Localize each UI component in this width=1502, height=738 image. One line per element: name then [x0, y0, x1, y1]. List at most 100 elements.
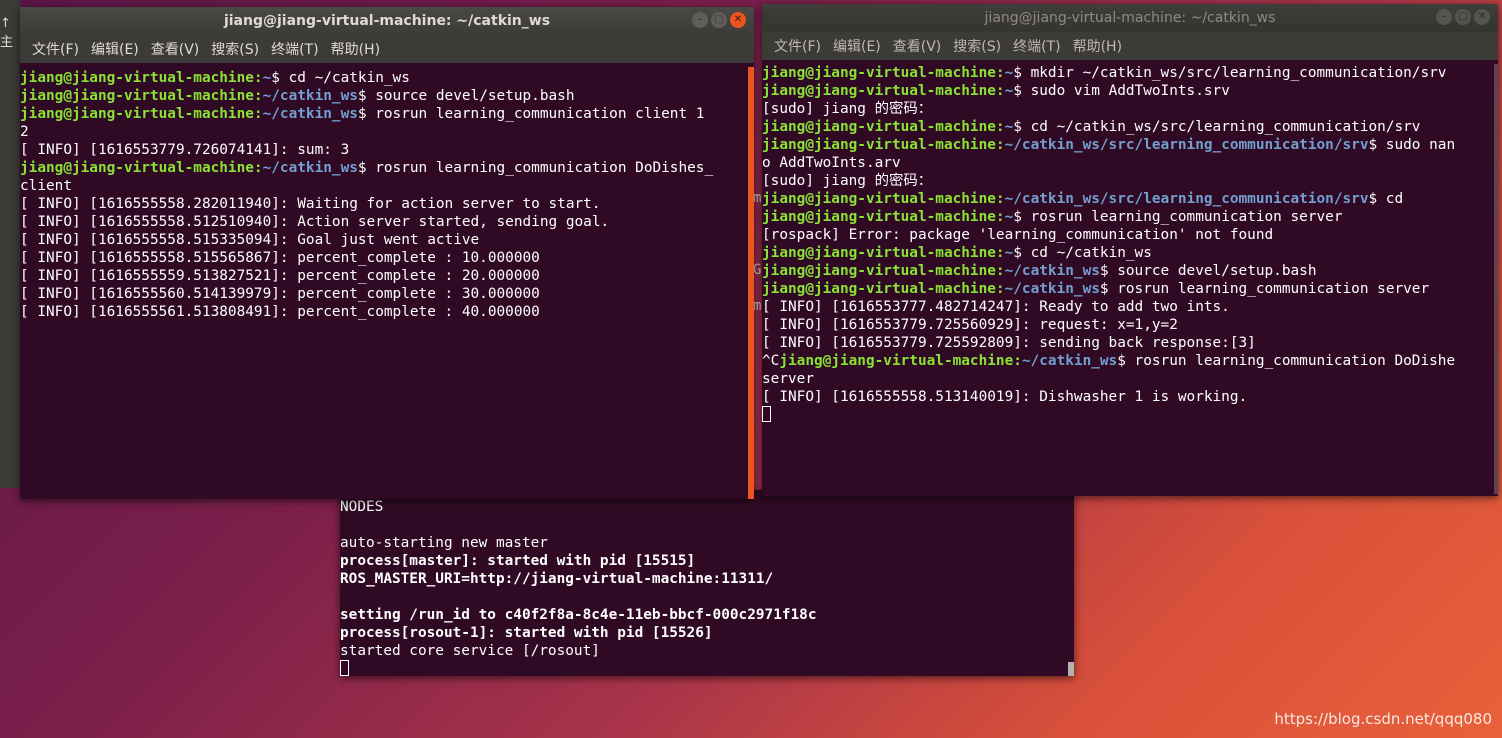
prompt-user: jiang@jiang-virtual-machine: — [20, 70, 263, 86]
menu-bar: 文件(F) 编辑(E) 查看(V) 搜索(S) 终端(T) 帮助(H) — [762, 32, 1498, 60]
prompt-user: jiang@jiang-virtual-machine: — [762, 191, 1005, 207]
background-fragment: ↑ 主 — [0, 16, 14, 50]
menu-item[interactable]: 搜索(S) — [205, 39, 265, 59]
line-text: $ rosrun learning_communication server — [1099, 281, 1430, 297]
terminal-line: jiang@jiang-virtual-machine:~/catkin_ws$… — [20, 87, 754, 105]
line-text: [rospack] Error: package 'learning_commu… — [762, 227, 1274, 243]
menu-item[interactable]: 编辑(E) — [827, 36, 887, 56]
text-cursor — [340, 660, 349, 676]
terminal-line: process[rosout-1]: started with pid [155… — [340, 625, 713, 641]
terminal-line: [ INFO] [1616555558.513140019]: Dishwash… — [762, 388, 1498, 406]
line-text: $ cd ~/catkin_ws — [1013, 245, 1152, 261]
close-icon[interactable]: ✕ — [730, 12, 746, 28]
terminal-line: auto-starting new master — [340, 535, 548, 551]
menu-item[interactable]: 帮助(H) — [1067, 36, 1128, 56]
terminal-line: setting /run_id to c40f2f8a-8c4e-11eb-bb… — [340, 607, 817, 623]
background-fragment: m — [753, 298, 762, 314]
prompt-path: ~ — [1004, 83, 1014, 99]
menu-item[interactable]: 文件(F) — [26, 39, 85, 59]
menu-item[interactable]: 文件(F) — [768, 36, 827, 56]
terminal-line: ^Cjiang@jiang-virtual-machine:~/catkin_w… — [762, 352, 1498, 370]
minimize-icon[interactable]: – — [692, 12, 708, 28]
terminal-window-left[interactable]: jiang@jiang-virtual-machine: ~/catkin_ws… — [20, 7, 754, 499]
line-text: [ INFO] [1616555559.513827521]: percent_… — [20, 268, 540, 284]
menu-item[interactable]: 终端(T) — [1007, 36, 1066, 56]
prompt-path: ~/catkin_ws/src/learning_communication/s… — [1004, 191, 1369, 207]
scrollbar-thumb[interactable] — [1068, 662, 1074, 676]
prompt-user: jiang@jiang-virtual-machine: — [20, 88, 263, 104]
terminal-line: NODES — [340, 499, 384, 515]
background-window-edge: ↑ 主 — [0, 0, 20, 488]
terminal-line — [762, 406, 1498, 424]
prompt-path: ~/catkin_ws — [262, 160, 358, 176]
line-text: [sudo] jiang 的密码： — [762, 173, 933, 189]
terminal-output[interactable]: jiang@jiang-virtual-machine:~$ cd ~/catk… — [20, 67, 754, 499]
line-text: $ rosrun learning_communication DoDishe — [1117, 353, 1456, 369]
menu-item[interactable]: 搜索(S) — [947, 36, 1007, 56]
line-text: $ cd ~/catkin_ws/src/learning_communicat… — [1013, 119, 1421, 135]
terminal-line: jiang@jiang-virtual-machine:~$ sudo vim … — [762, 82, 1498, 100]
prompt-user: jiang@jiang-virtual-machine: — [20, 160, 263, 176]
terminal-line: [sudo] jiang 的密码： — [762, 100, 1498, 118]
line-text: [ INFO] [1616555560.514139979]: percent_… — [20, 286, 540, 302]
prompt-path: ~ — [1004, 65, 1014, 81]
terminal-line: [ INFO] [1616555561.513808491]: percent_… — [20, 303, 754, 321]
terminal-window-roscore[interactable]: NODES auto-starting new master process[mas… — [340, 490, 1074, 676]
menu-bar: 文件(F) 编辑(E) 查看(V) 搜索(S) 终端(T) 帮助(H) — [20, 35, 754, 63]
terminal-line: jiang@jiang-virtual-machine:~$ rosrun le… — [762, 208, 1498, 226]
window-titlebar[interactable]: jiang@jiang-virtual-machine: ~/catkin_ws… — [762, 4, 1498, 32]
terminal-window-right[interactable]: jiang@jiang-virtual-machine: ~/catkin_ws… — [762, 4, 1498, 496]
line-text: $ source devel/setup.bash — [357, 88, 575, 104]
prompt-user: jiang@jiang-virtual-machine: — [762, 281, 1005, 297]
terminal-line: jiang@jiang-virtual-machine:~/catkin_ws$… — [20, 159, 754, 177]
window-title: jiang@jiang-virtual-machine: ~/catkin_ws — [984, 10, 1276, 26]
terminal-output[interactable]: NODES auto-starting new master process[mas… — [340, 496, 1074, 676]
line-text: client — [20, 178, 72, 194]
line-text: [ INFO] [1616553779.726074141]: sum: 3 — [20, 142, 350, 158]
line-text: [ INFO] [1616555558.512510940]: Action s… — [20, 214, 610, 230]
menu-item[interactable]: 编辑(E) — [85, 39, 145, 59]
terminal-output[interactable]: jiang@jiang-virtual-machine:~$ mkdir ~/c… — [762, 62, 1498, 496]
terminal-line: started core service [/rosout] — [340, 643, 600, 659]
menu-item[interactable]: 终端(T) — [265, 39, 324, 59]
line-text: [ INFO] [1616555558.513140019]: Dishwash… — [762, 389, 1248, 405]
prompt-path: ~/catkin_ws — [262, 106, 358, 122]
terminal-line: [ INFO] [1616553779.725592809]: sending … — [762, 334, 1498, 352]
prompt-user: jiang@jiang-virtual-machine: — [762, 209, 1005, 225]
terminal-line: jiang@jiang-virtual-machine:~/catkin_ws$… — [762, 280, 1498, 298]
terminal-line: [ INFO] [1616555558.515335094]: Goal jus… — [20, 231, 754, 249]
line-text: $ cd — [1368, 191, 1404, 207]
terminal-line: process[master]: started with pid [15515… — [340, 553, 696, 569]
background-fragment: m — [753, 190, 762, 206]
terminal-line: client — [20, 177, 754, 195]
scrollbar[interactable] — [748, 67, 754, 499]
menu-item[interactable]: 帮助(H) — [325, 39, 386, 59]
prompt-user: jiang@jiang-virtual-machine: — [779, 353, 1022, 369]
prompt-path: ~ — [1004, 119, 1014, 135]
menu-item[interactable]: 查看(V) — [887, 36, 948, 56]
prompt-path: ~/catkin_ws — [1004, 263, 1100, 279]
scrollbar-track[interactable] — [1494, 64, 1498, 494]
line-text: 2 — [20, 124, 29, 140]
terminal-line: o AddTwoInts.arv — [762, 154, 1498, 172]
terminal-line: jiang@jiang-virtual-machine:~$ cd ~/catk… — [762, 244, 1498, 262]
maximize-icon[interactable]: □ — [711, 12, 727, 28]
line-text: $ sudo vim AddTwoInts.srv — [1013, 83, 1230, 99]
prompt-user: jiang@jiang-virtual-machine: — [762, 83, 1005, 99]
line-text: $ rosrun learning_communication server — [1013, 209, 1343, 225]
prompt-user: jiang@jiang-virtual-machine: — [762, 245, 1005, 261]
maximize-icon[interactable]: □ — [1455, 9, 1471, 25]
prompt-user: jiang@jiang-virtual-machine: — [20, 106, 263, 122]
terminal-line: [ INFO] [1616553779.726074141]: sum: 3 — [20, 141, 754, 159]
prompt-path: ~/catkin_ws — [1004, 281, 1100, 297]
prompt-user: jiang@jiang-virtual-machine: — [762, 137, 1005, 153]
terminal-line: jiang@jiang-virtual-machine:~/catkin_ws$… — [20, 105, 754, 123]
terminal-line: jiang@jiang-virtual-machine:~$ mkdir ~/c… — [762, 64, 1498, 82]
window-titlebar[interactable]: jiang@jiang-virtual-machine: ~/catkin_ws… — [20, 7, 754, 35]
menu-item[interactable]: 查看(V) — [145, 39, 206, 59]
close-icon[interactable]: ✕ — [1474, 9, 1490, 25]
window-controls: – □ ✕ — [1436, 9, 1490, 25]
minimize-icon[interactable]: – — [1436, 9, 1452, 25]
prompt-user: jiang@jiang-virtual-machine: — [762, 65, 1005, 81]
terminal-line: [ INFO] [1616555558.515565867]: percent_… — [20, 249, 754, 267]
